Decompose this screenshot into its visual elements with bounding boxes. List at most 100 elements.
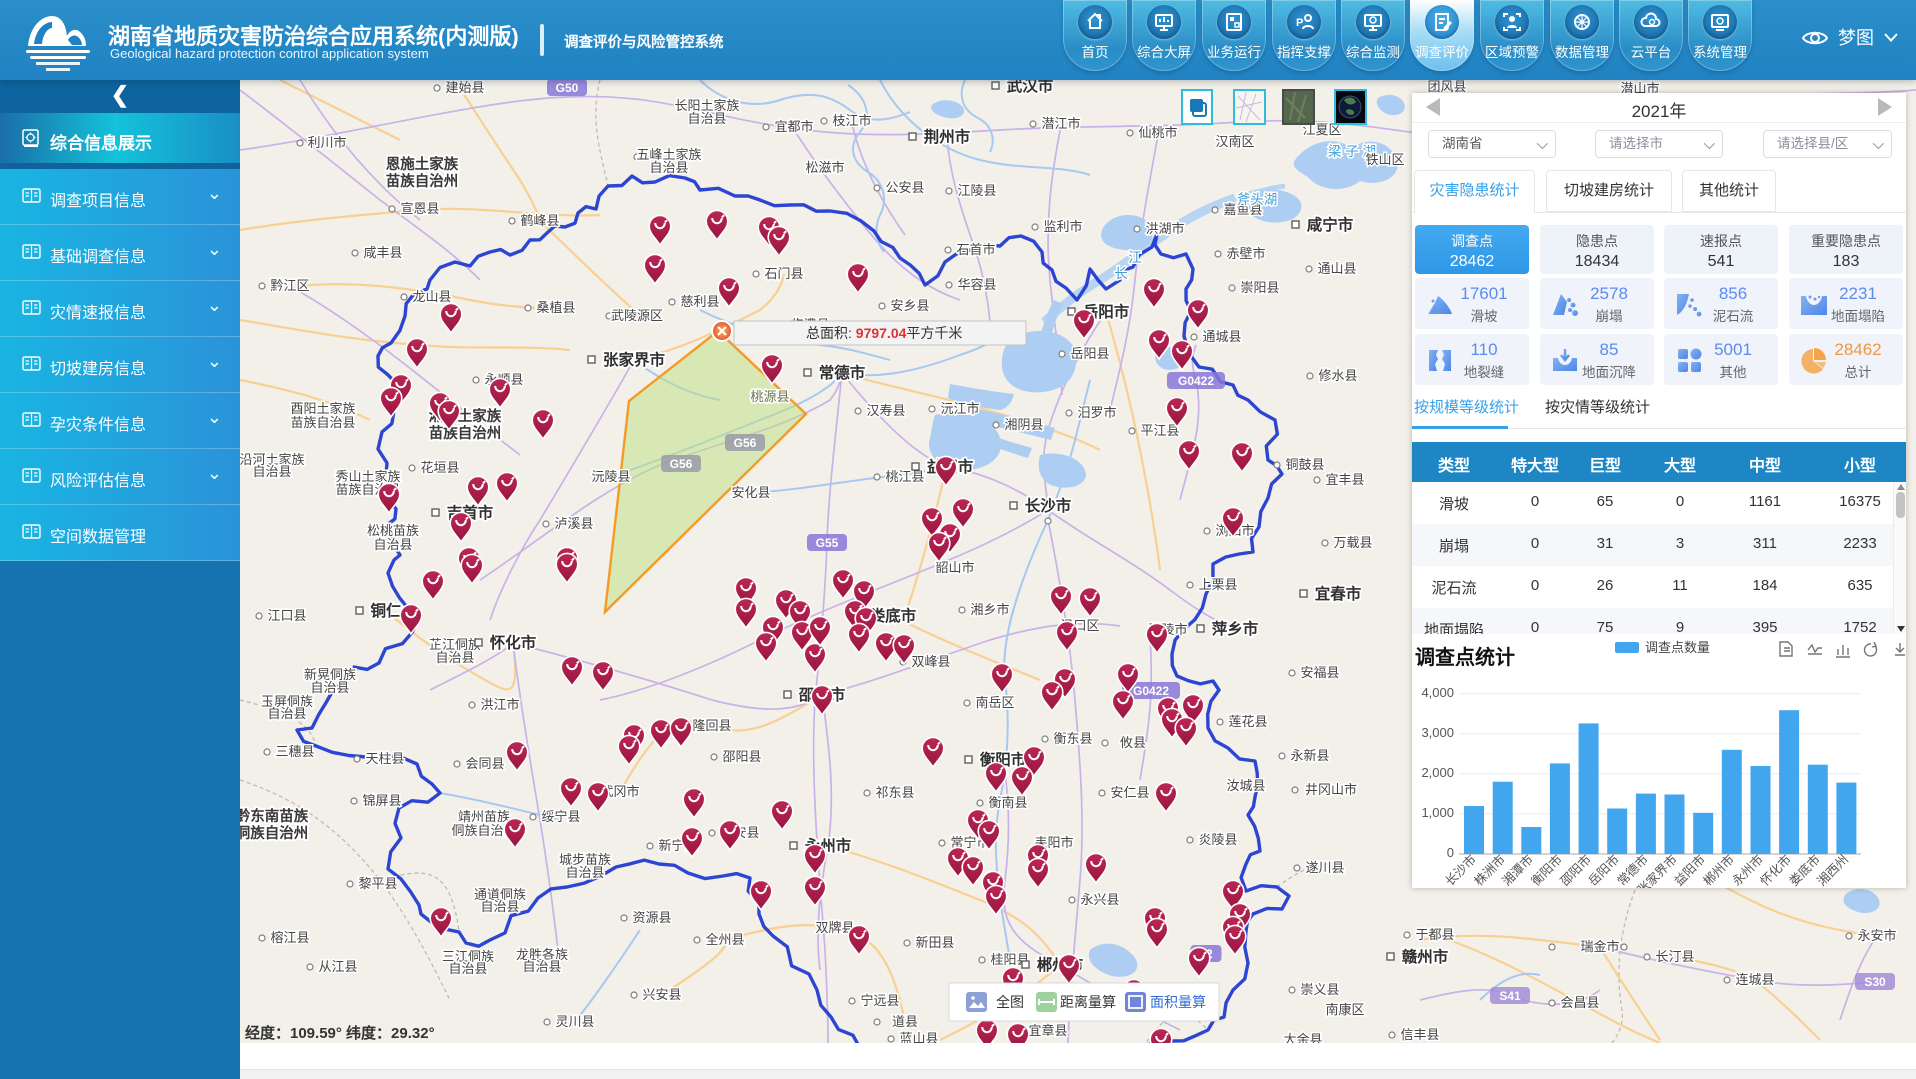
svg-text:团风县: 团风县 [1427, 80, 1466, 94]
svg-text:安化县: 安化县 [731, 485, 770, 500]
svg-text:黎平县: 黎平县 [358, 876, 397, 891]
svg-text:2,000: 2,000 [1421, 765, 1454, 780]
svg-text:G56: G56 [670, 457, 693, 471]
svg-text:汉南区: 汉南区 [1215, 134, 1254, 149]
svg-text:经度：109.59° 纬度：29.32°: 经度：109.59° 纬度：29.32° [245, 1024, 435, 1042]
svg-text:宜都市: 宜都市 [774, 119, 813, 134]
svg-text:资源县: 资源县 [632, 910, 671, 925]
svg-text:南康区: 南康区 [1325, 1002, 1364, 1017]
svg-text:新田县: 新田县 [915, 935, 954, 950]
svg-text:益阳市: 益阳市 [1671, 852, 1708, 888]
svg-text:安福县: 安福县 [1300, 665, 1339, 680]
svg-text:宜章县: 宜章县 [1028, 1023, 1067, 1038]
svg-text:汨罗市: 汨罗市 [1077, 405, 1116, 420]
svg-text:咸宁市: 咸宁市 [1307, 215, 1354, 234]
svg-text:安仁县: 安仁县 [1110, 785, 1149, 800]
svg-text:隆回县: 隆回县 [692, 718, 731, 733]
svg-text:永兴县: 永兴县 [1080, 892, 1119, 907]
svg-text:自治县: 自治县 [435, 650, 474, 665]
svg-text:桃源县: 桃源县 [750, 389, 789, 404]
svg-text:沅江市: 沅江市 [940, 401, 979, 416]
svg-text:公安县: 公安县 [885, 180, 924, 195]
svg-text:张家界市: 张家界市 [603, 350, 666, 369]
svg-text:自治县: 自治县 [565, 865, 604, 880]
svg-text:通山县: 通山县 [1317, 261, 1356, 276]
svg-text:长汀县: 长汀县 [1655, 949, 1694, 964]
svg-text:信丰县: 信丰县 [1400, 1027, 1439, 1042]
svg-text:连城县: 连城县 [1735, 972, 1774, 987]
svg-text:祁东县: 祁东县 [875, 785, 914, 800]
svg-text:自治县: 自治县 [373, 537, 412, 552]
svg-text:自治县: 自治县 [480, 899, 519, 914]
svg-text:上栗县: 上栗县 [1198, 577, 1237, 592]
svg-text:蓝山县: 蓝山县 [899, 1031, 938, 1043]
svg-text:平江县: 平江县 [1140, 423, 1179, 438]
svg-text:怀化市: 怀化市 [490, 633, 537, 652]
svg-text:4,000: 4,000 [1421, 685, 1454, 700]
svg-text:萍乡市: 萍乡市 [1212, 619, 1259, 638]
svg-text:斧头湖: 斧头湖 [1237, 192, 1278, 207]
svg-text:从江县: 从江县 [318, 959, 357, 974]
svg-text:酉阳土家族: 酉阳土家族 [290, 401, 355, 416]
svg-text:江口县: 江口县 [267, 608, 306, 623]
svg-text:建始县: 建始县 [445, 80, 484, 95]
svg-text:枝江市: 枝江市 [832, 113, 871, 128]
svg-text:石门县: 石门县 [764, 266, 803, 281]
svg-text:天柱县: 天柱县 [365, 751, 404, 766]
svg-text:邵阳县: 邵阳县 [722, 749, 761, 764]
svg-text:自治县: 自治县 [310, 680, 349, 695]
svg-text:武汉市: 武汉市 [1007, 80, 1054, 95]
svg-text:崇阳县: 崇阳县 [1240, 280, 1279, 295]
svg-text:长: 长 [1114, 266, 1128, 281]
svg-text:安乡县: 安乡县 [890, 298, 929, 313]
svg-text:遂川县: 遂川县 [1305, 860, 1344, 875]
svg-text:洪湖市: 洪湖市 [1145, 221, 1184, 236]
svg-text:常德市: 常德市 [819, 363, 866, 382]
svg-text:自治县: 自治县 [687, 111, 726, 126]
svg-text:G55: G55 [816, 536, 839, 550]
svg-text:双峰县: 双峰县 [911, 654, 950, 669]
svg-text:P: P [1296, 17, 1303, 29]
svg-text:侗族自治州: 侗族自治州 [240, 824, 308, 842]
svg-text:宁远县: 宁远县 [860, 993, 899, 1008]
svg-text:井冈山市: 井冈山市 [1305, 782, 1357, 797]
svg-text:瑞金市: 瑞金市 [1580, 939, 1619, 954]
svg-text:永安市: 永安市 [1857, 928, 1896, 943]
svg-text:通城县: 通城县 [1202, 329, 1241, 344]
svg-text:衡阳市: 衡阳市 [1528, 852, 1565, 888]
svg-text:江: 江 [1128, 250, 1142, 265]
svg-text:怀化市: 怀化市 [1757, 852, 1794, 888]
svg-text:榕江县: 榕江县 [270, 930, 309, 945]
svg-text:赣州市: 赣州市 [1402, 947, 1449, 966]
svg-text:G50: G50 [556, 81, 579, 95]
svg-text:宣恩县: 宣恩县 [400, 201, 439, 216]
svg-text:桑植县: 桑植县 [536, 300, 575, 315]
svg-text:S41: S41 [1499, 989, 1521, 1003]
svg-text:苗族自治州: 苗族自治州 [429, 424, 502, 442]
svg-text:慈利县: 慈利县 [680, 294, 719, 309]
svg-text:韶山市: 韶山市 [935, 560, 974, 575]
svg-text:崇义县: 崇义县 [1300, 982, 1339, 997]
svg-text:兴安县: 兴安县 [642, 987, 681, 1002]
svg-text:三穗县: 三穗县 [275, 744, 314, 759]
svg-text:万载县: 万载县 [1333, 535, 1372, 550]
svg-text:湘西州: 湘西州 [1814, 852, 1851, 888]
svg-text:自治县: 自治县 [649, 160, 688, 175]
svg-text:自治县: 自治县 [252, 464, 291, 479]
svg-text:G0422: G0422 [1133, 684, 1169, 698]
svg-text:龙山县: 龙山县 [412, 289, 451, 304]
svg-text:苗族自治县: 苗族自治县 [290, 415, 355, 430]
svg-text:距离量算: 距离量算 [1060, 994, 1116, 1010]
svg-text:3,000: 3,000 [1421, 725, 1454, 740]
svg-text:武陵源区: 武陵源区 [611, 308, 663, 323]
svg-text:攸县: 攸县 [1120, 735, 1146, 750]
svg-text:铁山区: 铁山区 [1365, 152, 1404, 167]
svg-text:修水县: 修水县 [1318, 368, 1357, 383]
svg-text:华容县: 华容县 [957, 277, 996, 292]
svg-text:郴州市: 郴州市 [1700, 852, 1737, 888]
svg-text:于都县: 于都县 [1415, 927, 1454, 942]
svg-text:鹤峰县: 鹤峰县 [520, 213, 559, 228]
svg-text:灵川县: 灵川县 [555, 1014, 594, 1029]
svg-text:苗族自治州: 苗族自治州 [386, 172, 459, 190]
svg-text:恩施土家族: 恩施土家族 [386, 155, 459, 173]
